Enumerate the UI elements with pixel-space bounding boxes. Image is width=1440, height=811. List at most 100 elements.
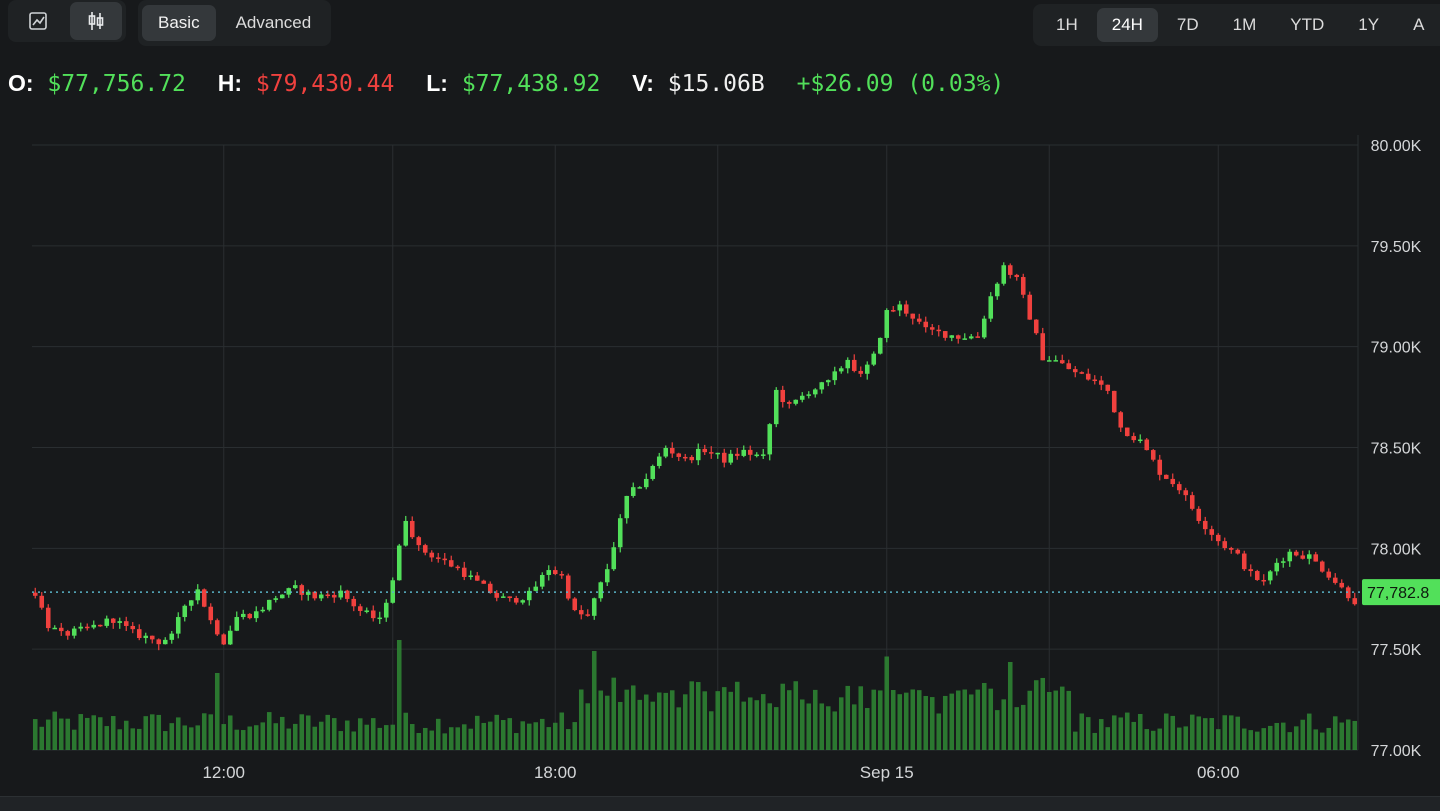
candle-body [1209, 529, 1215, 535]
candle-body [650, 465, 656, 479]
volume-bar [591, 651, 597, 750]
volume-bar [266, 712, 272, 750]
candle-body [1085, 373, 1091, 380]
volume-bar [689, 681, 695, 750]
volume-bar [1001, 699, 1007, 750]
range-24h-button[interactable]: 24H [1096, 8, 1158, 42]
range-1m-button[interactable]: 1M [1218, 8, 1272, 42]
volume-bar [156, 714, 162, 750]
candle-body [227, 630, 233, 645]
candle-body [780, 389, 786, 403]
line-chart-icon [29, 12, 47, 30]
candle-body [104, 618, 110, 626]
candle-body [370, 610, 376, 619]
ohlc-summary: O: $77,756.72 H: $79,430.44 L: $77,438.9… [8, 70, 1022, 97]
volume-bar [214, 673, 220, 750]
candle-body [1215, 534, 1221, 542]
x-tick-label: 12:00 [202, 763, 245, 782]
candle-body [903, 304, 909, 314]
price-chart[interactable]: 80.00K 79.50K 79.00K 78.50K 78.00K 77.50K 77.0… [0, 0, 1440, 810]
candle-body [1313, 554, 1319, 562]
volume-bar [767, 703, 773, 750]
volume-bar [299, 714, 305, 750]
candle-body [1183, 490, 1189, 496]
mode-basic-button[interactable]: Basic [142, 5, 216, 41]
low-value: $77,438.92 [461, 71, 601, 97]
volume-bar [117, 729, 123, 750]
volume-bar [806, 703, 812, 750]
candle-body [286, 588, 292, 595]
volume-bar [825, 706, 831, 750]
volume-bar [715, 691, 721, 750]
candle-body [773, 389, 779, 425]
volume-bar [409, 724, 415, 750]
volume-label: V: [632, 70, 654, 96]
volume-bar [175, 717, 181, 750]
volume-bar [78, 714, 84, 750]
candle-body [1124, 427, 1130, 437]
candle-body [234, 617, 240, 631]
volume-bar [344, 720, 350, 750]
candle-body [884, 310, 890, 338]
candle-body [871, 353, 877, 365]
bottom-scrollbar[interactable] [0, 796, 1440, 811]
y-tick-label: 78.00K [1371, 541, 1422, 558]
volume-bar [1267, 725, 1273, 750]
candle-body [58, 627, 64, 632]
y-tick-label: 77.50K [1371, 642, 1422, 659]
volume-bar [481, 722, 487, 750]
volume-bar [1085, 717, 1091, 750]
candle-body [689, 456, 695, 461]
volume-bar [962, 689, 968, 750]
volume-bar [526, 723, 532, 750]
range-1y-button[interactable]: 1Y [1343, 8, 1394, 42]
volume-bar [1053, 690, 1059, 750]
line-chart-button[interactable] [12, 2, 64, 40]
candle-body [247, 613, 253, 619]
candle-body [604, 569, 610, 583]
volume-value: $15.06B [667, 71, 765, 97]
volume-bar [630, 685, 636, 750]
volume-bar [1280, 722, 1286, 750]
volume-bar [474, 715, 480, 750]
volume-bar [1332, 716, 1338, 750]
candlestick-button[interactable] [70, 2, 122, 40]
volume-bar [1215, 729, 1221, 750]
volume-bar [708, 711, 714, 750]
volume-bar [416, 732, 422, 750]
candle-body [455, 566, 461, 569]
range-7d-button[interactable]: 7D [1162, 8, 1214, 42]
volume-bar [695, 682, 701, 750]
volume-bar [1098, 719, 1104, 750]
mode-advanced-button[interactable]: Advanced [220, 5, 328, 41]
candle-body [1150, 450, 1156, 460]
volume-bar [929, 697, 935, 750]
candle-body [409, 520, 415, 538]
volume-bar [318, 721, 324, 750]
candle-body [962, 338, 968, 340]
volume-bar [221, 724, 227, 750]
candle-body [292, 585, 298, 589]
candle-body [1053, 360, 1059, 362]
volume-bar [208, 714, 214, 750]
candle-body [786, 402, 792, 404]
candle-body [838, 368, 844, 372]
volume-bar [578, 689, 584, 750]
candle-body [1267, 571, 1273, 581]
range-1h-button[interactable]: 1H [1041, 8, 1093, 42]
candle-body [591, 598, 597, 616]
volume-bar [1248, 730, 1254, 750]
volume-bar [864, 708, 870, 750]
y-tick-label: 77.00K [1371, 743, 1422, 760]
candle-body [702, 448, 708, 453]
volume-bar [1189, 714, 1195, 750]
range-ytd-button[interactable]: YTD [1275, 8, 1339, 42]
range-all-button[interactable]: A [1398, 8, 1439, 42]
candle-body [461, 567, 467, 577]
volume-bar [533, 722, 539, 750]
candle-body [299, 585, 305, 595]
candle-body [624, 495, 630, 519]
volume-bar [721, 687, 727, 750]
candle-body [1092, 379, 1098, 382]
volume-bar [84, 717, 90, 750]
